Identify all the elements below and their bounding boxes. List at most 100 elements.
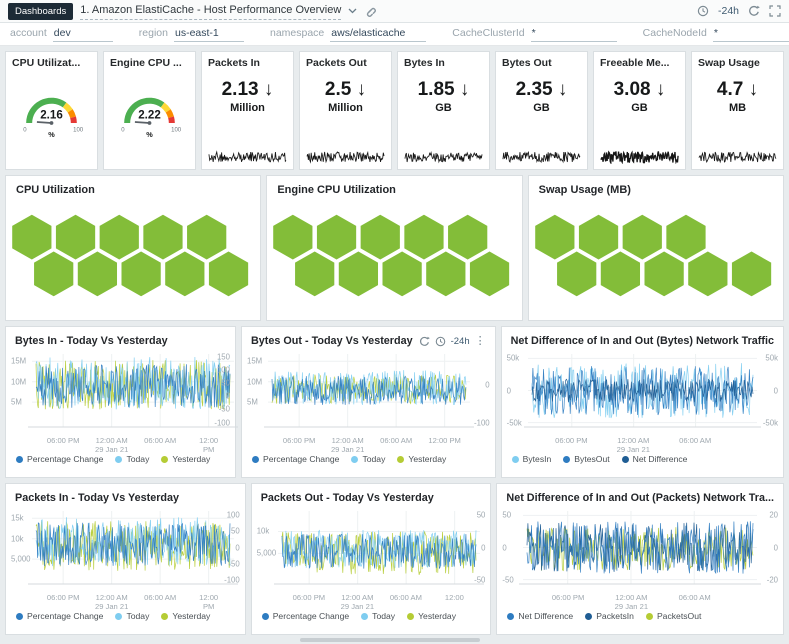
refresh-icon[interactable] — [419, 336, 430, 347]
gauge-unit: % — [146, 130, 153, 139]
stat-cards-row: CPU Utilizat...2.160100%Engine CPU ...2.… — [5, 51, 784, 170]
legend-item[interactable]: Yesterday — [397, 454, 446, 464]
hex-node[interactable] — [730, 250, 772, 298]
hex-node[interactable] — [120, 250, 162, 298]
legend-item[interactable]: Yesterday — [161, 611, 210, 621]
chart-x-axis: 06:00 PM12:00 AM 29 Jan 2106:00 AM — [501, 592, 779, 609]
legend-item[interactable]: Today — [351, 454, 385, 464]
legend-item[interactable]: Today — [361, 611, 395, 621]
dashboard-title[interactable]: 1. Amazon ElastiCache - Host Performance… — [80, 2, 341, 20]
gauge-unit: % — [48, 130, 55, 139]
x-axis-tick: 12:00 — [445, 593, 464, 602]
time-range-label[interactable]: -24h — [718, 5, 739, 17]
stat-card-title: Engine CPU ... — [110, 57, 189, 69]
x-axis-tick: 12:00 PM — [197, 436, 219, 455]
legend-label: PacketsIn — [596, 611, 634, 621]
chart-canvas — [256, 508, 502, 592]
x-axis-tick: 06:00 AM — [144, 436, 176, 445]
y-axis-tick: 5,000 — [257, 549, 277, 558]
legend-dot — [361, 613, 368, 620]
stat-value-line: 2.13 ↓ — [208, 79, 287, 101]
legend-item[interactable]: Percentage Change — [252, 454, 339, 464]
x-axis-tick: 06:00 AM — [679, 436, 711, 445]
expand-icon[interactable] — [769, 5, 781, 17]
legend-dot — [622, 456, 629, 463]
filter-value-input[interactable]: dev — [53, 27, 113, 42]
hex-node[interactable] — [382, 250, 424, 298]
legend-item[interactable]: Today — [115, 611, 149, 621]
chevron-down-icon[interactable] — [348, 8, 357, 14]
legend-item[interactable]: Percentage Change — [16, 454, 103, 464]
legend-item[interactable]: PacketsOut — [646, 611, 701, 621]
legend-item[interactable]: Net Difference — [622, 454, 688, 464]
trend-down-icon: ↓ — [743, 79, 758, 100]
stat-value: 1.85 — [418, 79, 455, 100]
clock-icon[interactable] — [435, 336, 446, 347]
legend-item[interactable]: Today — [115, 454, 149, 464]
panel-time-range-label[interactable]: -24h — [451, 336, 470, 347]
legend-item[interactable]: Yesterday — [161, 454, 210, 464]
x-axis-tick: 06:00 PM — [555, 436, 588, 445]
legend-item[interactable]: Percentage Change — [262, 611, 349, 621]
legend-item[interactable]: BytesIn — [512, 454, 552, 464]
y-axis-tick: 0 — [502, 543, 506, 552]
legend-label: Percentage Change — [263, 454, 339, 464]
hex-node[interactable] — [294, 250, 336, 298]
filter-value-input[interactable]: * — [531, 27, 617, 42]
clock-icon[interactable] — [697, 5, 709, 17]
stat-unit: GB — [502, 102, 581, 114]
legend-item[interactable]: Net Difference — [507, 611, 573, 621]
y-axis-tick: 50 — [231, 527, 240, 536]
honeycomb-chart — [529, 198, 783, 320]
stat-value: 3.08 — [614, 79, 651, 100]
stat-card-engine-cpu-: Engine CPU ...2.220100% — [103, 51, 196, 170]
hex-node[interactable] — [77, 250, 119, 298]
filter-value-input[interactable]: aws/elasticache — [330, 27, 426, 42]
chart-title: Net Difference of In and Out (Bytes) Net… — [511, 335, 774, 347]
hex-node[interactable] — [208, 250, 250, 298]
stat-unit: GB — [404, 102, 483, 114]
legend-label: BytesOut — [574, 454, 609, 464]
hex-node[interactable] — [469, 250, 511, 298]
y-axis-tick: 0 — [226, 392, 230, 401]
hex-node[interactable] — [643, 250, 685, 298]
hex-node[interactable] — [338, 250, 380, 298]
link-icon[interactable] — [364, 5, 376, 17]
x-axis-tick: 12:00 AM 29 Jan 21 — [617, 436, 650, 455]
hex-node[interactable] — [33, 250, 75, 298]
filter-value-input[interactable]: us-east-1 — [174, 27, 244, 42]
gauge-value: 2.16 — [40, 110, 63, 122]
kebab-menu-icon[interactable]: ⋮ — [475, 336, 486, 347]
filter-account: accountdev — [10, 27, 113, 42]
y-axis-tick: -100 — [224, 575, 240, 584]
x-axis-tick: 12:00 AM 29 Jan 21 — [615, 593, 648, 612]
hex-node[interactable] — [164, 250, 206, 298]
chart-plot-area: 10k5,000500-50 — [256, 508, 487, 592]
y-axis-tick: 0 — [235, 543, 239, 552]
gauge-value: 2.22 — [138, 110, 161, 122]
x-axis-tick: 12:00 AM 29 Jan 21 — [95, 593, 128, 612]
hex-node[interactable] — [425, 250, 467, 298]
x-axis-tick: 06:00 AM — [679, 593, 711, 602]
legend-item[interactable]: BytesOut — [563, 454, 609, 464]
dashboards-badge[interactable]: Dashboards — [8, 3, 73, 20]
y-axis-tick: 0 — [481, 543, 485, 552]
y-axis-tick: 0 — [485, 380, 489, 389]
charts-row-2: Packets In - Today Vs Yesterday15k10k5,0… — [5, 483, 784, 635]
y-axis-tick: 100 — [227, 511, 240, 520]
hex-node[interactable] — [555, 250, 597, 298]
filter-value-input[interactable]: * — [713, 27, 789, 42]
stat-unit: Million — [208, 102, 287, 114]
hex-node[interactable] — [687, 250, 729, 298]
gauge-chart: 2.160100% — [12, 71, 91, 151]
legend-item[interactable]: Percentage Change — [16, 611, 103, 621]
chart-header: Bytes Out - Today Vs Yesterday-24h⋮ — [242, 327, 495, 349]
refresh-icon[interactable] — [748, 5, 760, 17]
filter-label: namespace — [270, 27, 324, 39]
legend-dot — [16, 613, 23, 620]
hex-node[interactable] — [599, 250, 641, 298]
horizontal-scrollbar[interactable] — [300, 638, 480, 642]
chart-card-1: Bytes Out - Today Vs Yesterday-24h⋮15M10… — [241, 326, 496, 478]
legend-item[interactable]: Yesterday — [407, 611, 456, 621]
legend-item[interactable]: PacketsIn — [585, 611, 634, 621]
